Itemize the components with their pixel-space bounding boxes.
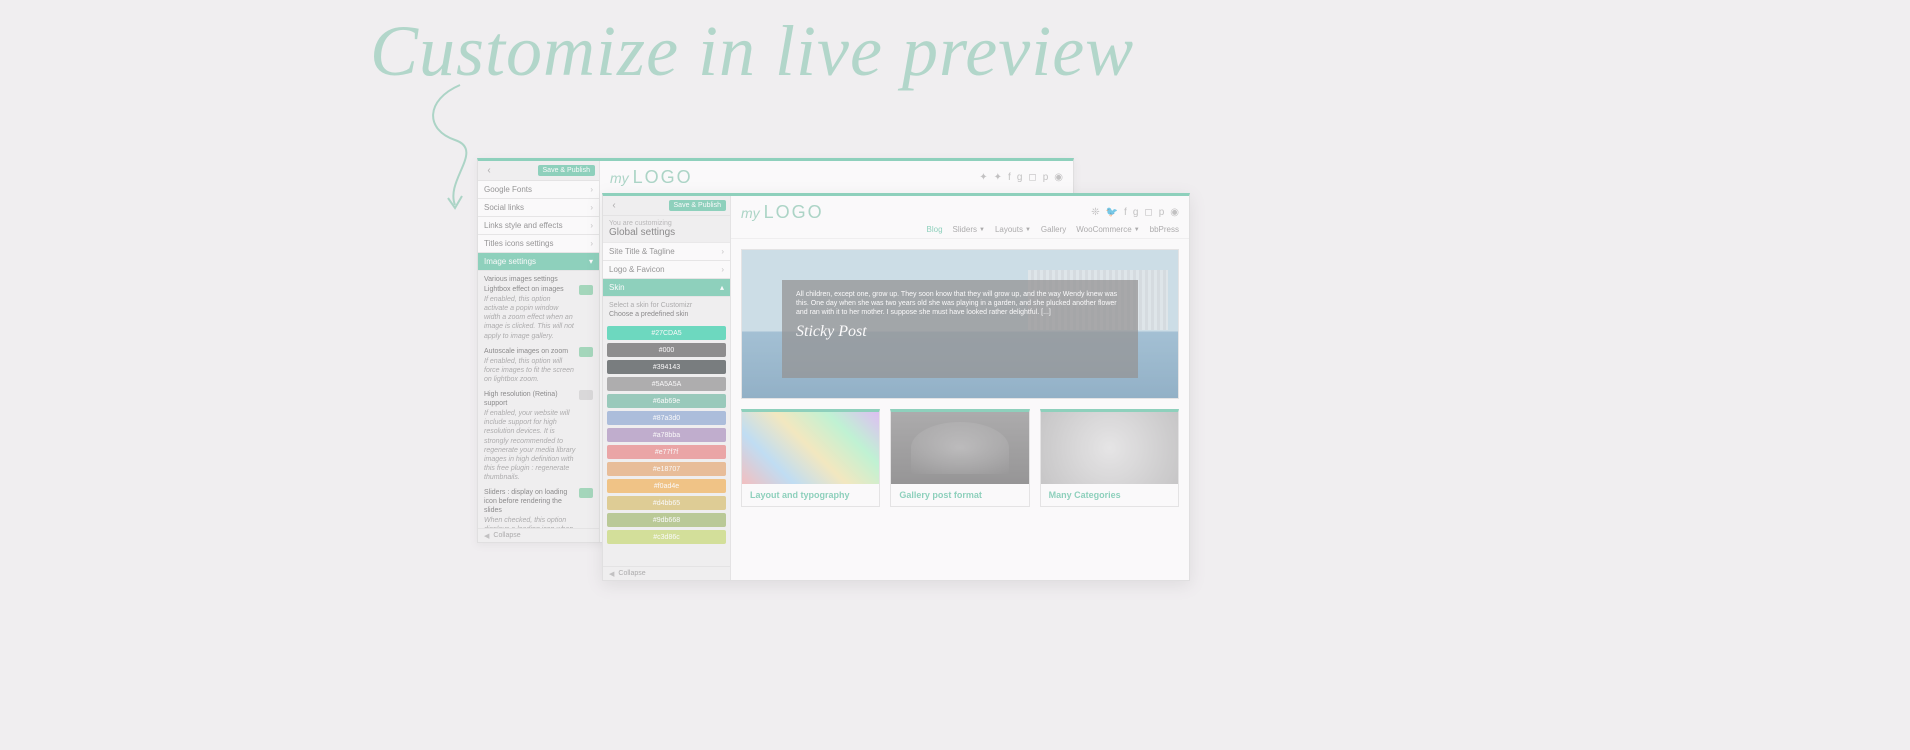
back-button[interactable]: ‹ (607, 199, 621, 213)
pinterest-icon[interactable]: p (1043, 172, 1049, 183)
sidebar-item-social-links[interactable]: Social links› (478, 199, 599, 217)
twitter-icon[interactable]: 🐦 (1106, 207, 1118, 218)
toggle-autoscale[interactable] (579, 347, 593, 357)
detail-heading: Various images settings (484, 275, 593, 284)
rss-icon[interactable]: ❊ (1091, 207, 1099, 218)
sidebar-item-site-title[interactable]: Site Title & Tagline› (603, 243, 730, 261)
collapse-button[interactable]: Collapse (478, 528, 599, 542)
swatch[interactable]: #a78bba (607, 428, 726, 442)
swatch[interactable]: #e18707 (607, 462, 726, 476)
nav-blog[interactable]: Blog (927, 225, 943, 234)
google-icon[interactable]: g (1133, 207, 1139, 218)
hero-slider[interactable]: All children, except one, grow up. They … (741, 249, 1179, 399)
dribbble-icon[interactable]: ◉ (1054, 172, 1063, 183)
swatch[interactable]: #6ab69e (607, 394, 726, 408)
instagram-icon[interactable]: ◻ (1028, 172, 1036, 183)
swatch[interactable]: #87a3d0 (607, 411, 726, 425)
main-nav: Blog Sliders▼ Layouts▼ Gallery WooCommer… (731, 225, 1189, 239)
hero-heading: Customize in live preview (370, 10, 1134, 93)
sidebar-item-skin[interactable]: Skin▴ (603, 279, 730, 297)
sidebar-item-google-fonts[interactable]: Google Fonts› (478, 181, 599, 199)
customizer-sidebar-front: ‹ Save & Publish You are customizing Glo… (603, 196, 731, 580)
nav-bbpress[interactable]: bbPress (1150, 225, 1179, 234)
google-icon[interactable]: g (1017, 172, 1023, 183)
customizer-sidebar: ‹ Save & Publish Google Fonts› Social li… (478, 161, 600, 542)
sidebar-item-image-settings[interactable]: Image settings▾ (478, 253, 599, 271)
customizer-front-panel: ‹ Save & Publish You are customizing Glo… (602, 193, 1190, 581)
rss-icon[interactable]: ✦ (979, 172, 987, 183)
dribbble-icon[interactable]: ◉ (1170, 207, 1179, 218)
nav-woocommerce[interactable]: WooCommerce▼ (1076, 225, 1139, 234)
swatch[interactable]: #5A5A5A (607, 377, 726, 391)
facebook-icon[interactable]: f (1124, 207, 1127, 218)
hero-text: All children, except one, grow up. They … (796, 290, 1124, 317)
save-publish-button[interactable]: Save & Publish (538, 165, 595, 176)
swatch[interactable]: #d4bb65 (607, 496, 726, 510)
card-many-categories[interactable]: Many Categories (1040, 409, 1179, 507)
site-logo: my LOGO (741, 202, 824, 223)
swatch[interactable]: #c3d86c (607, 530, 726, 544)
card-layout-typography[interactable]: Layout and typography (741, 409, 880, 507)
save-publish-button[interactable]: Save & Publish (669, 200, 726, 211)
skin-swatches: #27CDA5 #000 #394143 #5A5A5A #6ab69e #87… (603, 322, 730, 548)
swatch[interactable]: #9db668 (607, 513, 726, 527)
preview-front: my LOGO ❊ 🐦 f g ◻ p ◉ Blog Sliders▼ Layo… (731, 196, 1189, 580)
card-gallery-post[interactable]: Gallery post format (890, 409, 1029, 507)
pinterest-icon[interactable]: p (1159, 207, 1165, 218)
facebook-icon[interactable]: f (1008, 172, 1011, 183)
twitter-icon[interactable]: ✦ (994, 172, 1002, 183)
hero-title: Sticky Post (796, 323, 1124, 341)
sidebar-item-links-style[interactable]: Links style and effects› (478, 217, 599, 235)
social-icons: ✦ ✦ f g ◻ p ◉ (979, 172, 1063, 183)
swatch[interactable]: #27CDA5 (607, 326, 726, 340)
social-icons: ❊ 🐦 f g ◻ p ◉ (1091, 207, 1179, 218)
sidebar-item-logo-favicon[interactable]: Logo & Favicon› (603, 261, 730, 279)
site-logo: my LOGO (610, 167, 693, 188)
toggle-retina[interactable] (579, 390, 593, 400)
toggle-sliders-loading[interactable] (579, 488, 593, 498)
swatch[interactable]: #f0ad4e (607, 479, 726, 493)
nav-gallery[interactable]: Gallery (1041, 225, 1066, 234)
back-button[interactable]: ‹ (482, 164, 496, 178)
nav-sliders[interactable]: Sliders▼ (953, 225, 985, 234)
sidebar-item-titles-icons[interactable]: Titles icons settings› (478, 235, 599, 253)
swatch[interactable]: #e77f7f (607, 445, 726, 459)
breadcrumb: You are customizing Global settings (603, 216, 730, 243)
collapse-button[interactable]: Collapse (603, 566, 730, 580)
nav-layouts[interactable]: Layouts▼ (995, 225, 1031, 234)
swatch[interactable]: #000 (607, 343, 726, 357)
toggle-lightbox[interactable] (579, 285, 593, 295)
instagram-icon[interactable]: ◻ (1144, 207, 1152, 218)
swatch[interactable]: #394143 (607, 360, 726, 374)
